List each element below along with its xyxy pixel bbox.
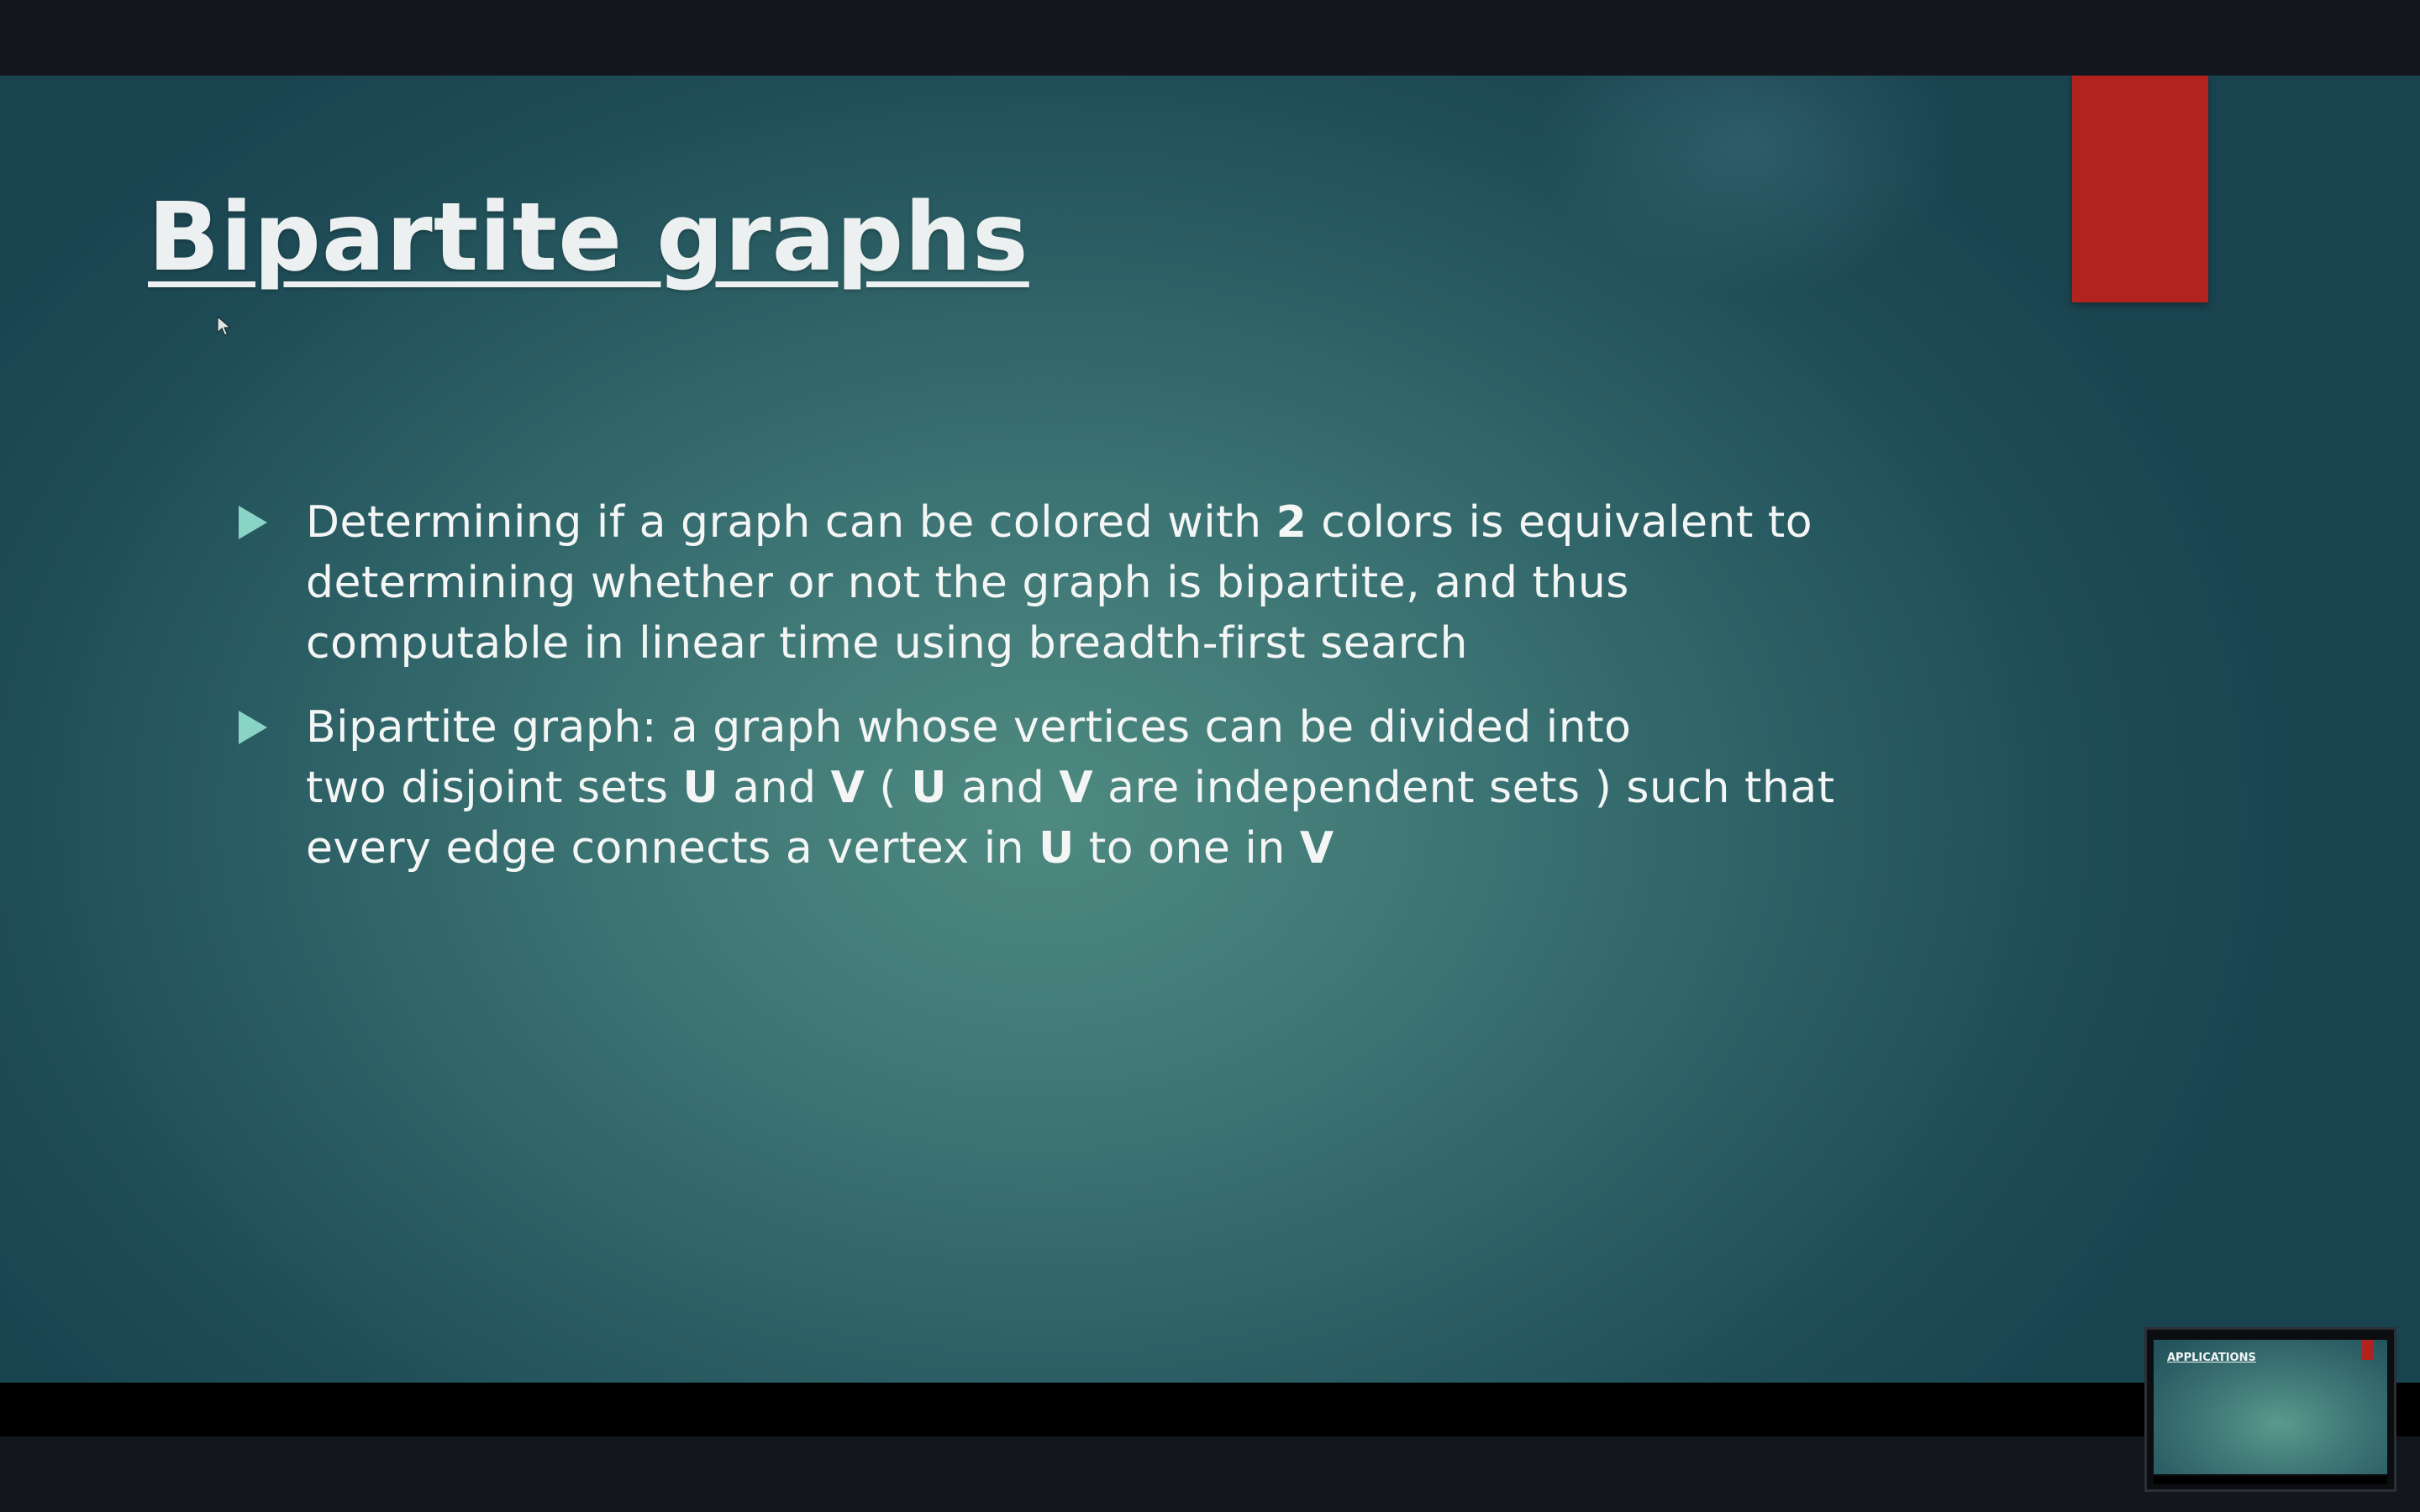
bold-term: U [682, 763, 719, 813]
triangle-right-icon [239, 506, 267, 539]
bold-term: 2 [1276, 497, 1307, 548]
text-run: every edge connects a vertex in [306, 823, 1039, 874]
triangle-right-icon [239, 711, 267, 744]
next-slide-thumbnail[interactable]: APPLICATIONS [2144, 1327, 2396, 1492]
thumbnail-slide-title: APPLICATIONS [2167, 1352, 2256, 1364]
presenter-toolbar [0, 1436, 2420, 1512]
bullet-line: every edge connects a vertex in U to one… [306, 818, 1835, 879]
presentation-window: Bipartite graphs Determining if a graph … [0, 0, 2420, 1512]
text-run: ( [865, 763, 912, 813]
bottom-letterbox-bar [0, 1383, 2420, 1436]
thumbnail-bottom-bar [2154, 1476, 2387, 1484]
bullet-line: Bipartite graph: a graph whose vertices … [306, 697, 1835, 758]
bold-term: V [1059, 763, 1094, 813]
text-run: are independent sets ) such that [1093, 763, 1835, 813]
text-run: and [718, 763, 831, 813]
bold-term: U [1039, 823, 1075, 874]
bullet-line: computable in linear time using breadth-… [306, 613, 1812, 674]
slide-canvas[interactable]: Bipartite graphs Determining if a graph … [0, 76, 2420, 1383]
slide-title: Bipartite graphs [148, 183, 1029, 292]
text-run: and [946, 763, 1060, 813]
bullet-line: two disjoint sets U and V ( U and V are … [306, 758, 1835, 818]
text-run: to one in [1074, 823, 1300, 874]
slide-accent-block [2072, 76, 2208, 302]
bullet-text: Bipartite graph: a graph whose vertices … [306, 697, 1835, 879]
thumbnail-slide-canvas: APPLICATIONS [2154, 1340, 2387, 1474]
text-run: computable in linear time using breadth-… [306, 618, 1468, 669]
text-run: colors is equivalent to [1307, 497, 1813, 548]
bold-term: U [911, 763, 947, 813]
text-run: Determining if a graph can be colored wi… [306, 497, 1276, 548]
top-letterbox-bar [0, 0, 2420, 76]
text-run: determining whether or not the graph is … [306, 558, 1629, 608]
bold-term: V [1299, 823, 1334, 874]
text-run: two disjoint sets [306, 763, 683, 813]
bullet-text: Determining if a graph can be colored wi… [306, 492, 1812, 674]
bold-term: V [830, 763, 865, 813]
thumbnail-accent-block [2362, 1340, 2374, 1360]
bullet-line: Determining if a graph can be colored wi… [306, 492, 1812, 553]
mouse-pointer-icon [217, 316, 231, 336]
bullet-line: determining whether or not the graph is … [306, 553, 1812, 613]
text-run: Bipartite graph: a graph whose vertices … [306, 702, 1632, 753]
